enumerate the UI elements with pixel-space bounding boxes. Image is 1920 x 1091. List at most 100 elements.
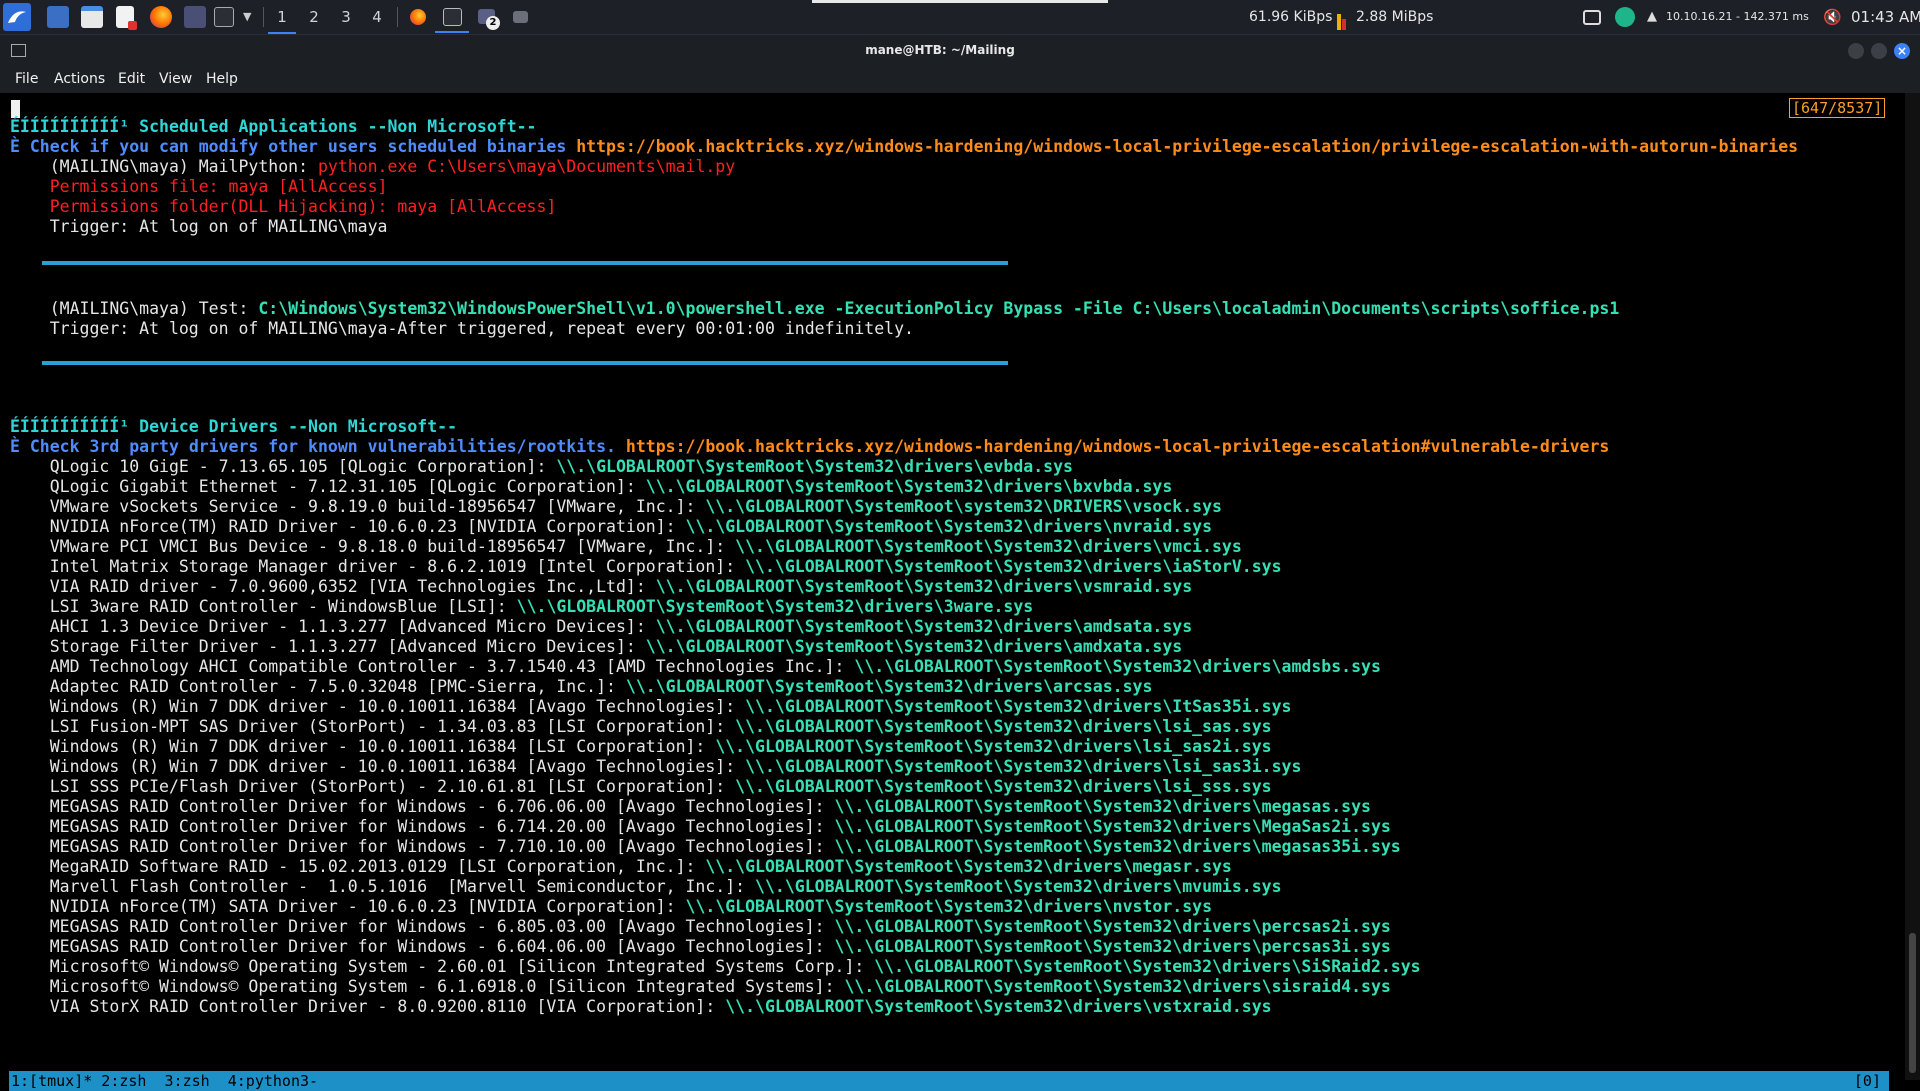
chevron-down-icon[interactable]: ▼ (243, 0, 251, 34)
htb-vpn-icon[interactable] (1615, 7, 1635, 27)
driver-description: MEGASAS RAID Controller Driver for Windo… (10, 817, 835, 836)
driver-description: Marvell Flash Controller - 1.0.5.1016 [M… (10, 877, 756, 896)
driver-description: MEGASAS RAID Controller Driver for Windo… (10, 837, 835, 856)
driver-path: \\.\GLOBALROOT\SystemRoot\System32\drive… (516, 597, 1034, 616)
terminal-icon[interactable] (214, 7, 234, 27)
driver-description: Windows (R) Win 7 DDK driver - 10.0.1001… (10, 757, 746, 776)
firefox-task-icon[interactable] (410, 9, 426, 25)
driver-entry: VIA StorX RAID Controller Driver - 8.0.9… (10, 997, 1272, 1017)
workspace-2[interactable]: 2 (300, 0, 328, 34)
menu-view[interactable]: View (159, 65, 192, 93)
firefox-icon[interactable] (150, 6, 172, 28)
trigger-line: Trigger: At log on of MAILING\maya-After… (10, 319, 914, 338)
window-titlebar[interactable]: mane@HTB: ~/Mailing × (0, 35, 1920, 65)
driver-entry: LSI 3ware RAID Controller - WindowsBlue … (10, 597, 1033, 617)
driver-description: QLogic 10 GigE - 7.13.65.105 [QLogic Cor… (10, 457, 557, 476)
remote-desktop-icon[interactable] (184, 6, 206, 28)
minimize-button[interactable] (1848, 43, 1864, 59)
driver-description: LSI SSS PCIe/Flash Driver (StorPort) - 2… (10, 777, 736, 796)
header-prefix: ÉÍÍÍÍÍÍÍÍÍÍ¹ (10, 117, 140, 136)
driver-path: \\.\GLOBALROOT\SystemRoot\System32\drive… (735, 777, 1272, 796)
driver-description: LSI Fusion-MPT SAS Driver (StorPort) - 1… (10, 717, 736, 736)
active-task-underline (435, 31, 469, 33)
driver-path: \\.\GLOBALROOT\SystemRoot\System32\drive… (834, 797, 1371, 816)
driver-path: \\.\GLOBALROOT\SystemRoot\System32\drive… (834, 937, 1391, 956)
driver-description: AMD Technology AHCI Compatible Controlle… (10, 657, 855, 676)
driver-path: \\.\GLOBALROOT\SystemRoot\System32\drive… (685, 897, 1213, 916)
workspace-3[interactable]: 3 (332, 0, 360, 34)
driver-path: \\.\GLOBALROOT\SystemRoot\System32\drive… (745, 697, 1292, 716)
entry-command: C:\Windows\System32\WindowsPowerShell\v1… (258, 299, 1620, 318)
driver-entry: LSI Fusion-MPT SAS Driver (StorPort) - 1… (10, 717, 1272, 737)
menu-edit[interactable]: Edit (118, 65, 145, 93)
driver-path: \\.\GLOBALROOT\SystemRoot\System32\drive… (685, 517, 1213, 536)
driver-description: VIA StorX RAID Controller Driver - 8.0.9… (10, 997, 726, 1016)
terminal-window: mane@HTB: ~/Mailing × File Actions Edit … (0, 35, 1920, 1091)
mailpython-entry: (MAILING\maya) MailPython: python.exe C:… (10, 157, 735, 177)
section-header-drivers: ÉÍÍÍÍÍÍÍÍÍÍ¹ Device Drivers --Non Micros… (10, 417, 457, 437)
driver-description: LSI 3ware RAID Controller - WindowsBlue … (10, 597, 517, 616)
scrollbar-thumb[interactable] (1909, 933, 1916, 1073)
driver-description: Adaptec RAID Controller - 7.5.0.32048 [P… (10, 677, 626, 696)
permissions-file: Permissions file: maya [AllAccess] (10, 177, 388, 196)
check-prefix: È (10, 137, 30, 156)
driver-entry: Microsoft© Windows© Operating System - 6… (10, 977, 1391, 997)
driver-path: \\.\GLOBALROOT\SystemRoot\System32\drive… (834, 837, 1401, 856)
net-download-speed: 61.96 KiBps (1249, 9, 1333, 25)
text-editor-icon[interactable] (116, 6, 137, 30)
menu-file[interactable]: File (15, 65, 38, 93)
kali-menu-icon[interactable] (3, 3, 31, 31)
header-prefix: ÉÍÍÍÍÍÍÍÍÍÍ¹ (10, 417, 140, 436)
driver-path: \\.\GLOBALROOT\SystemRoot\System32\drive… (655, 617, 1193, 636)
menu-help[interactable]: Help (206, 65, 238, 93)
workspace-4[interactable]: 4 (363, 0, 391, 34)
taskbar-separator (263, 7, 264, 27)
driver-entry: Storage Filter Driver - 1.1.3.277 [Advan… (10, 637, 1182, 657)
driver-entry: VIA RAID driver - 7.0.9600,6352 [VIA Tec… (10, 577, 1192, 597)
hacktricks-link[interactable]: https://book.hacktricks.xyz/windows-hard… (626, 437, 1609, 456)
driver-entry: Windows (R) Win 7 DDK driver - 10.0.1001… (10, 757, 1302, 777)
driver-description: Intel Matrix Storage Manager driver - 8.… (10, 557, 746, 576)
driver-description: MegaRAID Software RAID - 15.02.2013.0129… (10, 857, 706, 876)
driver-description: NVIDIA nForce(TM) RAID Driver - 10.6.0.2… (10, 517, 686, 536)
driver-entry: MegaRAID Software RAID - 15.02.2013.0129… (10, 857, 1232, 877)
driver-description: Microsoft© Windows© Operating System - 2… (10, 957, 875, 976)
close-button[interactable]: × (1894, 43, 1910, 59)
check-prefix: È (10, 437, 30, 456)
driver-entry: AMD Technology AHCI Compatible Controlle… (10, 657, 1381, 677)
workspace-1[interactable]: 1 (268, 0, 296, 34)
driver-description: VIA RAID driver - 7.0.9600,6352 [VIA Tec… (10, 577, 656, 596)
driver-entry: AHCI 1.3 Device Driver - 1.1.3.277 [Adva… (10, 617, 1192, 637)
screen-icon[interactable] (1583, 10, 1601, 25)
maximize-button[interactable] (1871, 43, 1887, 59)
menu-actions[interactable]: Actions (54, 65, 105, 93)
entry-prefix: (MAILING\maya) MailPython: (10, 157, 318, 176)
driver-entry: NVIDIA nForce(TM) SATA Driver - 10.6.0.2… (10, 897, 1212, 917)
driver-path: \\.\GLOBALROOT\SystemRoot\System32\drive… (725, 997, 1272, 1016)
net-upload-speed: 2.88 MiBps (1356, 9, 1434, 25)
hacktricks-link[interactable]: https://book.hacktricks.xyz/windows-hard… (576, 137, 1798, 156)
file-manager-icon[interactable] (81, 6, 103, 28)
terminal-output[interactable]: [647/8537] ÉÍÍÍÍÍÍÍÍÍÍ¹ Scheduled Applic… (0, 93, 1905, 1091)
mute-icon[interactable]: 🔇 (1823, 0, 1842, 34)
driver-description: NVIDIA nForce(TM) SATA Driver - 10.6.0.2… (10, 897, 686, 916)
tmux-line-counter: [647/8537] (1789, 98, 1886, 118)
driver-entry: QLogic Gigabit Ethernet - 7.12.31.105 [Q… (10, 477, 1173, 497)
driver-entry: NVIDIA nForce(TM) RAID Driver - 10.6.0.2… (10, 517, 1212, 537)
driver-path: \\.\GLOBALROOT\SystemRoot\System32\drive… (834, 817, 1391, 836)
driver-description: MEGASAS RAID Controller Driver for Windo… (10, 797, 835, 816)
driver-entry: Windows (R) Win 7 DDK driver - 10.0.1001… (10, 737, 1272, 757)
terminal-task-icon[interactable] (443, 8, 462, 26)
window-task-icon[interactable] (513, 11, 528, 23)
tmux-window-list[interactable]: 1:[tmux]* 2:zsh 3:zsh 4:python3- (11, 1071, 318, 1091)
desktop-icon[interactable] (47, 6, 69, 28)
driver-entry: LSI SSS PCIe/Flash Driver (StorPort) - 2… (10, 777, 1272, 797)
driver-description: QLogic Gigabit Ethernet - 7.12.31.105 [Q… (10, 477, 646, 496)
driver-description: VMware vSockets Service - 9.8.19.0 build… (10, 497, 706, 516)
scrollbar[interactable] (1905, 93, 1920, 1080)
driver-entry: MEGASAS RAID Controller Driver for Windo… (10, 917, 1391, 937)
task-count-badge: 2 (486, 16, 500, 30)
tmux-session-index: [0] (1853, 1072, 1881, 1090)
driver-path: \\.\GLOBALROOT\SystemRoot\System32\drive… (715, 737, 1272, 756)
driver-entry: QLogic 10 GigE - 7.13.65.105 [QLogic Cor… (10, 457, 1073, 477)
